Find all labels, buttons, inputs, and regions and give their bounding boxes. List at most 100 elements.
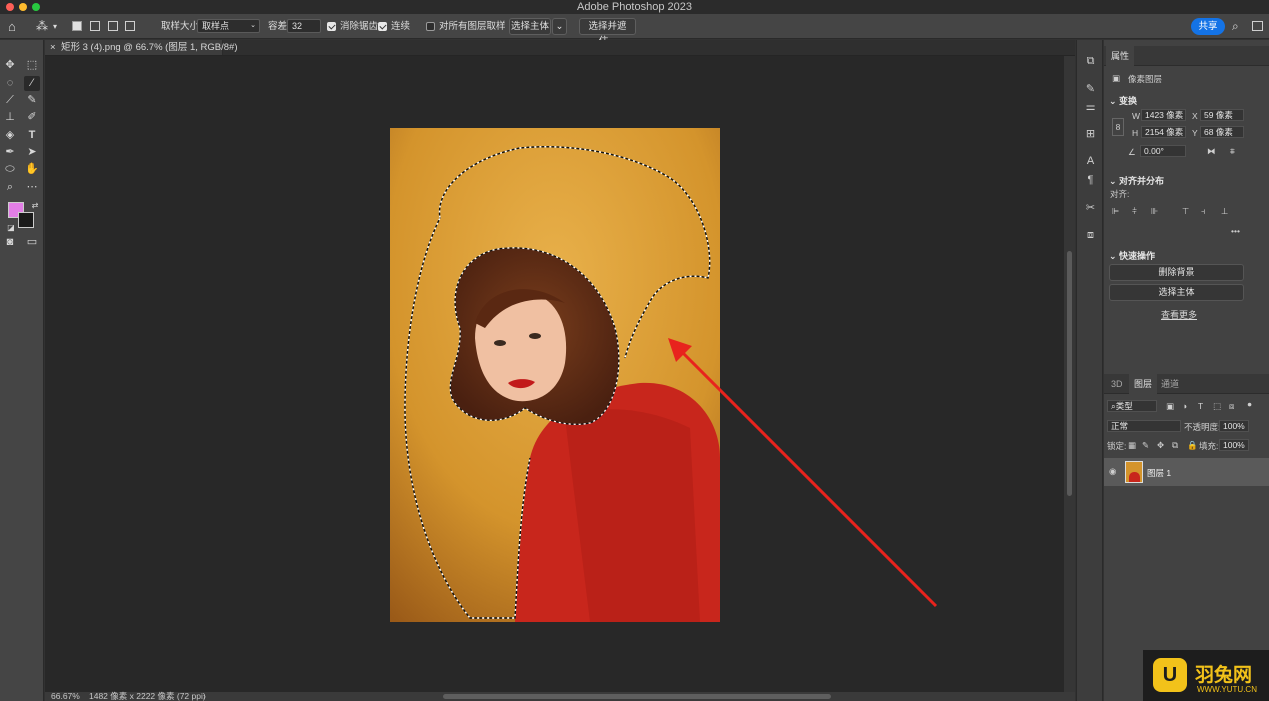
libraries-icon[interactable]: ⊞ [1083, 127, 1098, 142]
vertical-scrollbar[interactable] [1064, 56, 1075, 692]
lock-position-icon[interactable]: ✥ [1157, 440, 1164, 451]
document-info[interactable]: 1482 像素 x 2222 像素 (72 ppi) [89, 692, 206, 701]
close-tab-icon[interactable]: × [50, 40, 56, 55]
adjustments-icon[interactable]: ⚌ [1083, 100, 1098, 115]
eye-icon[interactable]: ◉ [1109, 466, 1116, 477]
path-select-icon[interactable]: ➤ [24, 145, 40, 160]
background-color-swatch[interactable] [18, 212, 34, 228]
screen-mode-icon[interactable]: ▭ [24, 235, 40, 250]
link-dimensions-icon[interactable]: 8 [1112, 118, 1124, 136]
align-middle-v-icon[interactable]: ⫞ [1201, 206, 1205, 217]
eraser-tool-icon[interactable]: ◈ [2, 128, 18, 143]
default-colors-icon[interactable]: ◪ [3, 220, 19, 235]
brush-tool-icon[interactable]: ✎ [24, 93, 40, 108]
tab-layers[interactable]: 图层 [1129, 374, 1158, 394]
new-selection-icon[interactable] [72, 21, 82, 31]
history-brush-icon[interactable]: ✐ [24, 110, 40, 125]
vertical-scroll-thumb[interactable] [1067, 251, 1072, 496]
export-icon[interactable]: ⧈ [1083, 228, 1098, 243]
layer-row[interactable]: ◉ 图层 1 [1104, 458, 1269, 486]
move-tool-icon[interactable]: ✥ [2, 58, 18, 73]
layer-name[interactable]: 图层 1 [1147, 467, 1171, 479]
align-bottom-icon[interactable]: ⊥ [1221, 206, 1228, 217]
filter-type-icon[interactable]: T [1198, 401, 1203, 411]
filter-pixel-icon[interactable]: ▣ [1166, 401, 1174, 412]
select-subject-dropdown[interactable]: ⌄ [552, 18, 567, 35]
tab-channels[interactable]: 通道 [1156, 374, 1184, 394]
tools-settings-icon[interactable]: ✂ [1083, 201, 1098, 216]
sample-size-select[interactable]: 取样点 ⌄ [197, 19, 260, 33]
more-tools-icon[interactable]: ⋯ [24, 180, 40, 195]
close-window-button[interactable] [6, 3, 14, 11]
subtract-selection-icon[interactable] [108, 21, 118, 31]
align-top-icon[interactable]: ⊤ [1182, 206, 1189, 217]
search-icon[interactable]: ⌕ [1232, 14, 1239, 39]
flip-vertical-icon[interactable]: ⩨ [1230, 146, 1235, 157]
height-input[interactable]: 2154 像素 [1141, 126, 1186, 138]
minimize-window-button[interactable] [19, 3, 27, 11]
history-panel-icon[interactable]: ⧉ [1083, 54, 1098, 69]
document-tab[interactable]: × 矩形 3 (4).png @ 66.7% (图层 1, RGB/8#) [45, 40, 237, 55]
horizontal-scroll-thumb[interactable] [443, 694, 831, 699]
y-input[interactable]: 68 像素 [1200, 126, 1244, 138]
filter-toggle-icon[interactable]: ● [1247, 399, 1252, 409]
quick-actions-section-title[interactable]: ⌄ 快速操作 [1109, 249, 1155, 262]
magic-wand-tool-icon[interactable]: ⁄ [24, 76, 40, 91]
anti-alias-checkbox[interactable] [327, 22, 336, 31]
hand-tool-icon[interactable]: ✋ [24, 162, 40, 177]
transform-section-title[interactable]: ⌄ 变换 [1109, 94, 1137, 107]
x-input[interactable]: 59 像素 [1200, 109, 1244, 121]
select-subject-button[interactable]: 选择主体 [509, 18, 551, 35]
magic-wand-icon[interactable]: ⁂ [36, 14, 48, 39]
select-and-mask-button[interactable]: 选择并遮住... [579, 18, 636, 47]
align-left-icon[interactable]: ⊫ [1112, 206, 1119, 217]
chevron-right-icon[interactable]: › [203, 692, 206, 701]
lasso-tool-icon[interactable]: ◌ [2, 76, 18, 91]
character-panel-icon[interactable]: A [1083, 154, 1098, 169]
select-subject-panel-button[interactable]: 选择主体 [1109, 284, 1244, 301]
blend-mode-select[interactable]: 正常 [1107, 420, 1181, 432]
remove-background-button[interactable]: 删除背景 [1109, 264, 1244, 281]
tab-3d[interactable]: 3D [1106, 374, 1128, 394]
intersect-selection-icon[interactable] [125, 21, 135, 31]
paragraph-panel-icon[interactable]: ¶ [1083, 173, 1098, 188]
type-tool-icon[interactable]: T [24, 128, 40, 143]
filter-shape-icon[interactable]: ⬚ [1213, 401, 1221, 412]
align-section-title[interactable]: ⌄ 对齐并分布 [1109, 174, 1164, 187]
contiguous-checkbox[interactable] [378, 22, 387, 31]
pen-tool-icon[interactable]: ✒ [2, 145, 18, 160]
filter-adjustment-icon[interactable]: ◑ [1182, 401, 1187, 411]
view-more-link[interactable]: 查看更多 [1161, 308, 1197, 321]
lock-transparent-icon[interactable]: ▦ [1128, 440, 1136, 451]
ellipse-tool-icon[interactable]: ⬭ [2, 162, 18, 177]
angle-input[interactable]: 0.00° [1140, 145, 1186, 157]
brush-settings-icon[interactable]: ✎ [1083, 82, 1098, 97]
fill-input[interactable]: 100% [1219, 439, 1249, 451]
sample-all-layers-checkbox[interactable] [426, 22, 435, 31]
layer-filter-select[interactable]: ⌕类型 [1107, 400, 1157, 412]
flip-horizontal-icon[interactable]: ⧓ [1207, 146, 1216, 157]
tab-properties[interactable]: 属性 [1106, 46, 1135, 66]
add-selection-icon[interactable] [90, 21, 100, 31]
marquee-tool-icon[interactable]: ⬚ [24, 58, 40, 73]
filter-smart-object-icon[interactable]: ⧈ [1229, 401, 1234, 412]
opacity-input[interactable]: 100% [1219, 420, 1249, 432]
tool-preset-chevron-icon[interactable]: ▾ [53, 14, 57, 39]
zoom-tool-icon[interactable]: ⌕ [2, 180, 18, 195]
stamp-tool-icon[interactable]: ⊥ [2, 110, 18, 125]
workspace-icon[interactable] [1252, 21, 1263, 31]
zoom-window-button[interactable] [32, 3, 40, 11]
width-input[interactable]: 1423 像素 [1141, 109, 1186, 121]
more-options-icon[interactable]: ••• [1231, 226, 1240, 236]
zoom-level[interactable]: 66.67% [51, 692, 80, 701]
tolerance-input[interactable]: 32 [287, 19, 321, 33]
eyedropper-tool-icon[interactable]: ⟋ [2, 93, 18, 108]
lock-pixels-icon[interactable]: ✎ [1142, 440, 1149, 451]
quick-mask-icon[interactable]: ◙ [2, 235, 18, 250]
lock-all-icon[interactable]: 🔒 [1187, 440, 1198, 451]
lock-artboard-icon[interactable]: ⧉ [1172, 440, 1178, 451]
align-center-h-icon[interactable]: ⫩ [1132, 206, 1137, 217]
align-right-icon[interactable]: ⊪ [1151, 206, 1158, 217]
home-icon[interactable]: ⌂ [8, 14, 16, 39]
swap-colors-icon[interactable]: ⇄ [27, 198, 43, 213]
